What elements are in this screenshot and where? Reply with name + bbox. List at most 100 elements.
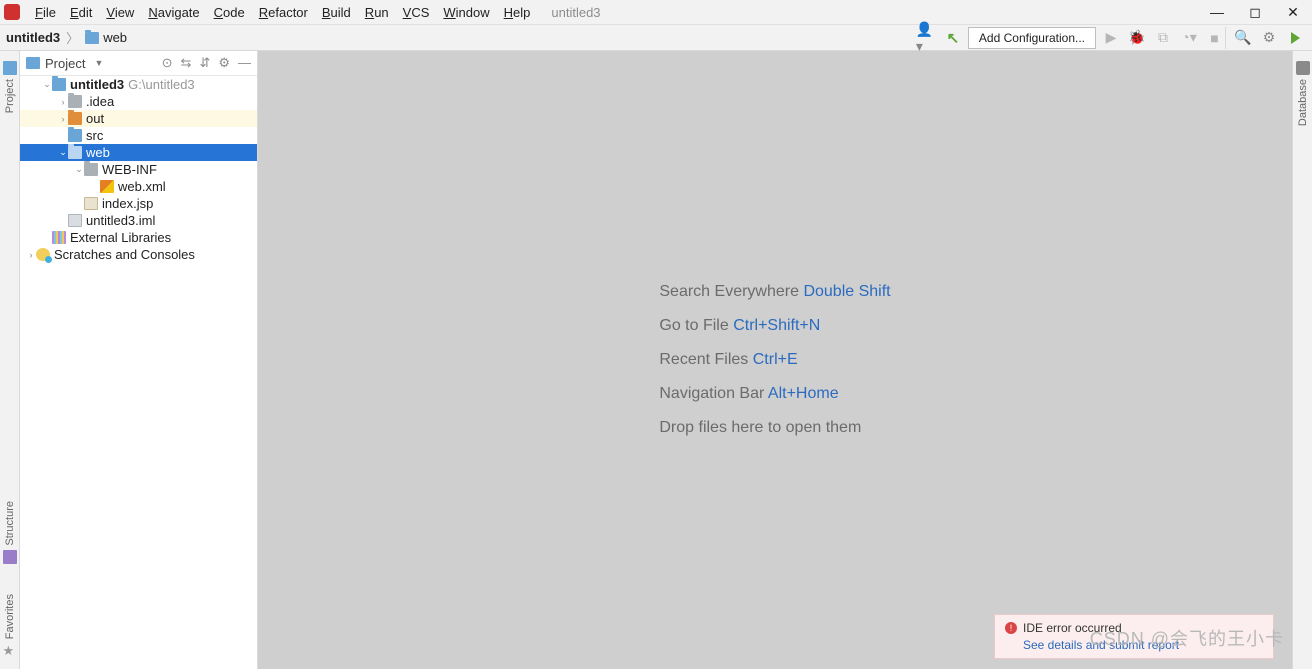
menu-build[interactable]: Build [315, 5, 358, 20]
left-tool-rail: Project Structure Favorites ★ [0, 51, 20, 669]
database-icon [1296, 61, 1310, 75]
iml-icon [68, 214, 82, 227]
tree-node[interactable]: index.jsp [20, 195, 257, 212]
error-toast-link[interactable]: See details and submit report [1005, 638, 1263, 652]
right-tool-rail: Database [1292, 51, 1312, 669]
editor-hint-row: Drop files here to open them [659, 411, 890, 445]
right-rail-database-button[interactable]: Database [1296, 61, 1310, 126]
editor-hint-row: Recent Files Ctrl+E [659, 343, 890, 377]
editor-empty-hints: Search Everywhere Double ShiftGo to File… [659, 275, 890, 445]
tree-node[interactable]: ⌄ WEB-INF [20, 161, 257, 178]
folder-icon [26, 57, 40, 69]
debug-icon[interactable]: 🐞 [1126, 27, 1148, 49]
menu-bar: FileEditViewNavigateCodeRefactorBuildRun… [0, 0, 1312, 25]
project-view-selector[interactable]: Project ▼ [26, 56, 103, 71]
tree-arrow-icon: ⌄ [58, 147, 68, 158]
tree-node[interactable]: ⌄ web [20, 144, 257, 161]
folder-grey-icon [68, 95, 82, 108]
folder-blue-icon [68, 146, 82, 159]
tree-node[interactable]: src [20, 127, 257, 144]
settings-gear-icon[interactable]: ⚙ [1258, 27, 1280, 49]
editor-area[interactable]: Search Everywhere Double ShiftGo to File… [258, 51, 1292, 669]
locate-icon[interactable]: ⊙ [162, 55, 173, 71]
hint-text: Drop files here to open them [659, 419, 861, 436]
project-panel-header: Project ▼ ⊙ ⇆ ⇵ ⚙ — [20, 51, 257, 76]
window-minimize-button[interactable]: — [1198, 0, 1236, 24]
expand-all-icon[interactable]: ⇆ [181, 55, 192, 71]
breadcrumb[interactable]: untitled3 〉 web [6, 28, 127, 47]
menu-run[interactable]: Run [358, 5, 396, 20]
menu-edit[interactable]: Edit [63, 5, 99, 20]
tree-node-label: WEB-INF [102, 162, 157, 177]
hint-shortcut: Ctrl+E [753, 351, 798, 368]
window-maximize-button[interactable]: ◻ [1236, 0, 1274, 24]
menu-navigate[interactable]: Navigate [141, 5, 206, 20]
folder-icon [3, 61, 17, 75]
left-rail-structure-label: Structure [4, 501, 16, 546]
tree-node-label: src [86, 128, 103, 143]
folder-blue-icon [68, 129, 82, 142]
project-tree[interactable]: ⌄untitled3G:\untitled3›.idea›outsrc⌄web⌄… [20, 76, 257, 669]
tree-node[interactable]: web.xml [20, 178, 257, 195]
hint-text: Search Everywhere [659, 283, 803, 300]
tree-arrow-icon: › [26, 250, 36, 260]
scratch-icon [36, 248, 50, 261]
add-configuration-button[interactable]: Add Configuration... [968, 27, 1096, 49]
tree-node[interactable]: External Libraries [20, 229, 257, 246]
error-toast-title: IDE error occurred [1023, 621, 1122, 635]
menu-vcs[interactable]: VCS [396, 5, 437, 20]
tree-node-label: .idea [86, 94, 114, 109]
window-close-button[interactable]: ✕ [1274, 0, 1312, 24]
breadcrumb-separator-icon: 〉 [64, 28, 81, 47]
tree-node[interactable]: › .idea [20, 93, 257, 110]
error-toast[interactable]: !IDE error occurred See details and subm… [994, 614, 1274, 659]
hint-shortcut: Ctrl+Shift+N [733, 317, 820, 334]
folder-blue-icon [52, 78, 66, 91]
coverage-icon[interactable]: ⧉ [1152, 27, 1174, 49]
stop-icon[interactable]: ■ [1204, 27, 1226, 49]
menu-items: FileEditViewNavigateCodeRefactorBuildRun… [28, 5, 537, 20]
collapse-all-icon[interactable]: ⇵ [199, 55, 210, 71]
left-rail-project-button[interactable]: Project [3, 61, 17, 113]
project-tool-window: Project ▼ ⊙ ⇆ ⇵ ⚙ — ⌄untitled3G:\untitle… [20, 51, 258, 669]
tree-node-label: web.xml [118, 179, 166, 194]
left-rail-favorites-button[interactable]: Favorites ★ [3, 594, 17, 657]
tree-node[interactable]: ›out [20, 110, 257, 127]
menu-view[interactable]: View [99, 5, 141, 20]
tree-node-label: External Libraries [70, 230, 171, 245]
user-icon[interactable]: 👤▾ [916, 27, 938, 49]
tree-arrow-icon: ⌄ [74, 164, 84, 175]
search-icon[interactable]: 🔍 [1232, 27, 1254, 49]
left-rail-favorites-label: Favorites [4, 594, 16, 639]
panel-gear-icon[interactable]: ⚙ [218, 55, 230, 71]
editor-hint-row: Navigation Bar Alt+Home [659, 377, 890, 411]
run-icon[interactable]: ▶ [1100, 27, 1122, 49]
left-rail-structure-button[interactable]: Structure [3, 501, 17, 564]
tree-node-label: untitled3.iml [86, 213, 155, 228]
hide-panel-icon[interactable]: — [238, 55, 251, 71]
menu-refactor[interactable]: Refactor [252, 5, 315, 20]
tree-arrow-icon: › [58, 97, 68, 107]
menu-window[interactable]: Window [436, 5, 496, 20]
right-rail-database-label: Database [1297, 79, 1309, 126]
breadcrumb-current: web [103, 30, 127, 45]
tree-node-label: Scratches and Consoles [54, 247, 195, 262]
tree-node[interactable]: ⌄untitled3G:\untitled3 [20, 76, 257, 93]
tree-node[interactable]: › Scratches and Consoles [20, 246, 257, 263]
nav-toolbar: untitled3 〉 web 👤▾ ↖ Add Configuration..… [0, 25, 1312, 51]
breadcrumb-project: untitled3 [6, 30, 60, 45]
hint-shortcut: Double Shift [803, 283, 890, 300]
tree-node-label: out [86, 111, 104, 126]
menu-help[interactable]: Help [497, 5, 538, 20]
menu-file[interactable]: File [28, 5, 63, 20]
star-icon: ★ [3, 643, 17, 657]
hint-shortcut: Alt+Home [768, 385, 839, 402]
folder-grey-icon [84, 163, 98, 176]
menu-code[interactable]: Code [207, 5, 252, 20]
build-icon[interactable]: ↖ [942, 27, 964, 49]
run-anything-icon[interactable] [1284, 27, 1306, 49]
tree-node[interactable]: untitled3.iml [20, 212, 257, 229]
profile-icon[interactable]: ◔▾ [1178, 27, 1200, 49]
tree-node-label: untitled3 [70, 77, 124, 92]
tree-node-label: web [86, 145, 110, 160]
